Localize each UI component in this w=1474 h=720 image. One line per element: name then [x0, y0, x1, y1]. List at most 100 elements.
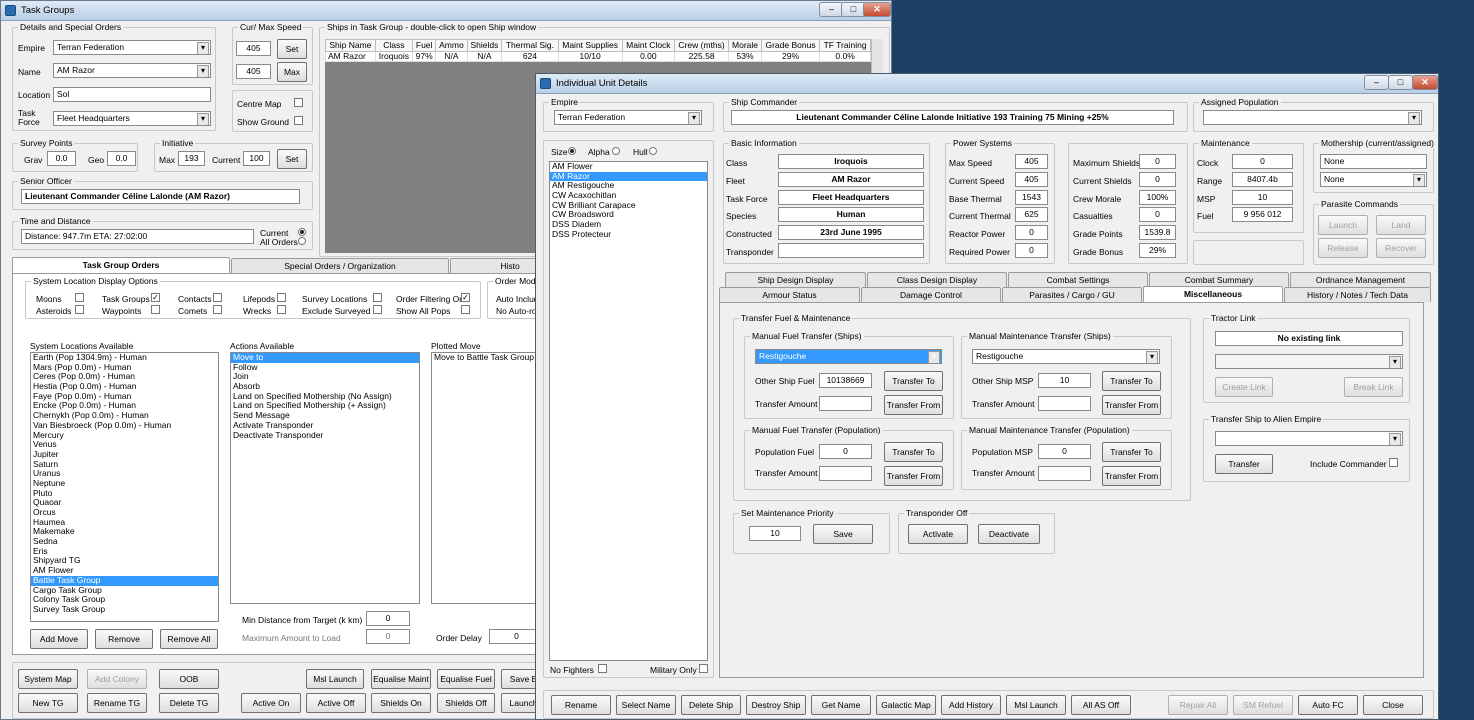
fuel-transfer-to-button[interactable]: Transfer To	[884, 371, 943, 391]
transponder-deactivate-button[interactable]: Deactivate	[978, 524, 1040, 544]
include-commander-checkbox[interactable]	[1389, 458, 1398, 467]
all-as-off-button[interactable]: All AS Off	[1071, 695, 1131, 715]
create-link-button[interactable]: Create Link	[1215, 377, 1273, 397]
new-tg-button[interactable]: New TG	[18, 693, 78, 713]
max-speed-field[interactable]: 405	[236, 64, 271, 79]
active-on-button[interactable]: Active On	[241, 693, 301, 713]
table-row[interactable]: AM Razor Iroquois 97% N/A N/A 624 10/10 0.00 225…	[325, 51, 871, 62]
maximize-button[interactable]: □	[1388, 75, 1413, 90]
show-ground-checkbox[interactable]	[294, 116, 303, 125]
initiative-current-field[interactable]: 100	[243, 151, 270, 166]
tab-armour-status[interactable]: Armour Status	[719, 287, 860, 302]
show-all-pops-checkbox[interactable]	[461, 305, 470, 314]
transfer-alien-button[interactable]: Transfer	[1215, 454, 1273, 474]
close-button[interactable]: ✕	[1412, 75, 1438, 90]
delete-tg-button[interactable]: Delete TG	[159, 693, 219, 713]
task-groups-titlebar[interactable]: Task Groups – □ ✕	[1, 1, 891, 21]
list-item[interactable]: Neptune	[31, 478, 218, 489]
pop-msp-transfer-amount-field[interactable]	[1038, 466, 1091, 481]
sm-refuel-button[interactable]: SM Refuel	[1233, 695, 1293, 715]
ship-column-header[interactable]: Grade Bonus	[760, 39, 821, 52]
tab-class-design-display[interactable]: Class Design Display	[867, 272, 1007, 287]
current-radio[interactable]	[298, 228, 306, 236]
tab-combat-settings[interactable]: Combat Settings	[1008, 272, 1148, 287]
tab-parasites-cargo[interactable]: Parasites / Cargo / GU	[1002, 287, 1142, 302]
parasite-recover-button[interactable]: Recover	[1376, 238, 1426, 258]
list-item[interactable]: Follow	[231, 362, 419, 373]
select-name-button[interactable]: Select Name	[616, 695, 676, 715]
ship-column-header[interactable]: Shields	[466, 39, 503, 52]
maint-priority-field[interactable]: 10	[749, 526, 801, 541]
ship-column-header[interactable]: Ship Name	[325, 39, 376, 52]
add-move-button[interactable]: Add Move	[30, 629, 88, 649]
close-button[interactable]: ✕	[863, 2, 891, 17]
name-select[interactable]: AM Razor	[53, 63, 211, 78]
oob-button[interactable]: OOB	[159, 669, 219, 689]
pop-fuel-transfer-from-button[interactable]: Transfer From	[884, 466, 943, 486]
fuel-transfer-amount-field[interactable]	[819, 396, 872, 411]
contacts-checkbox[interactable]	[213, 293, 222, 302]
lifepods-checkbox[interactable]	[277, 293, 286, 302]
ship-column-header[interactable]: Class	[374, 39, 414, 52]
parasite-release-button[interactable]: Release	[1318, 238, 1368, 258]
moons-checkbox[interactable]	[75, 293, 84, 302]
pop-fuel-transfer-to-button[interactable]: Transfer To	[884, 442, 943, 462]
alien-empire-select[interactable]	[1215, 431, 1403, 446]
destroy-ship-button[interactable]: Destroy Ship	[746, 695, 806, 715]
galactic-map-button[interactable]: Galactic Map	[876, 695, 936, 715]
max-speed-button[interactable]: Max	[277, 62, 307, 82]
list-item[interactable]: Deactivate Transponder	[231, 430, 419, 441]
list-item[interactable]: Makemake	[31, 527, 218, 537]
centre-map-checkbox[interactable]	[294, 98, 303, 107]
exclude-surveyed-checkbox[interactable]	[373, 305, 382, 314]
ship-column-header[interactable]: Thermal Sig.	[501, 39, 559, 52]
fuel-transfer-ship-select[interactable]: Restigouche	[755, 349, 942, 364]
asteroids-checkbox[interactable]	[75, 305, 84, 314]
sort-alpha-radio[interactable]	[612, 147, 620, 155]
transponder-activate-button[interactable]: Activate	[908, 524, 968, 544]
pop-msp-transfer-from-button[interactable]: Transfer From	[1102, 466, 1161, 486]
repair-all-button[interactable]: Repair All	[1168, 695, 1228, 715]
ship-column-header[interactable]: Morale	[728, 39, 762, 52]
rename-button[interactable]: Rename	[551, 695, 611, 715]
order-filtering-checkbox[interactable]: ✓	[461, 293, 470, 302]
shields-on-button[interactable]: Shields On	[371, 693, 431, 713]
parasite-launch-button[interactable]: Launch	[1318, 215, 1368, 235]
list-item[interactable]: DSS Protecteur	[550, 229, 707, 240]
tab-miscellaneous[interactable]: Miscellaneous	[1143, 286, 1283, 303]
auto-fc-button[interactable]: Auto FC	[1298, 695, 1358, 715]
tab-ordnance-management[interactable]: Ordnance Management	[1290, 272, 1431, 287]
wrecks-checkbox[interactable]	[277, 305, 286, 314]
location-field[interactable]: Sol	[53, 87, 211, 102]
get-name-button[interactable]: Get Name	[811, 695, 871, 715]
current-speed-field[interactable]: 405	[236, 41, 271, 56]
break-link-button[interactable]: Break Link	[1344, 377, 1403, 397]
survey-locations-checkbox[interactable]	[373, 293, 382, 302]
taskforce-select[interactable]: Fleet Headquarters	[53, 111, 211, 126]
remove-button[interactable]: Remove	[95, 629, 153, 649]
parasite-land-button[interactable]: Land	[1376, 215, 1426, 235]
msl-launch-button[interactable]: Msl Launch	[306, 669, 364, 689]
pop-fuel-transfer-amount-field[interactable]	[819, 466, 872, 481]
list-item[interactable]: Mercury	[31, 430, 218, 441]
tab-special-orders[interactable]: Special Orders / Organization	[231, 258, 449, 273]
actions-list[interactable]: Move to Follow Join Absorb Land on Specified…	[230, 352, 420, 604]
shields-off-button[interactable]: Shields Off	[437, 693, 495, 713]
mothership-assigned-select[interactable]: None	[1320, 172, 1427, 187]
equalise-maint-button[interactable]: Equalise Maint	[371, 669, 431, 689]
add-colony-button[interactable]: Add Colony	[87, 669, 147, 689]
minimize-button[interactable]: –	[1364, 75, 1389, 90]
waypoints-checkbox[interactable]	[151, 305, 160, 314]
iud-empire-select[interactable]: Terran Federation	[554, 110, 702, 125]
system-locations-list[interactable]: Earth (Pop 1304.9m) - Human Mars (Pop 0.0…	[30, 352, 219, 622]
msp-transfer-to-button[interactable]: Transfer To	[1102, 371, 1161, 391]
ship-list[interactable]: AM Flower AM Razor AM Restigouche CW Acaxoc…	[549, 161, 708, 661]
set-speed-button[interactable]: Set	[277, 39, 307, 59]
msp-transfer-amount-field[interactable]	[1038, 396, 1091, 411]
remove-all-button[interactable]: Remove All	[160, 629, 218, 649]
comets-checkbox[interactable]	[213, 305, 222, 314]
no-fighters-checkbox[interactable]	[598, 664, 607, 673]
fuel-transfer-from-button[interactable]: Transfer From	[884, 395, 943, 415]
ship-column-header[interactable]: Fuel	[412, 39, 437, 52]
tab-damage-control[interactable]: Damage Control	[861, 287, 1001, 302]
